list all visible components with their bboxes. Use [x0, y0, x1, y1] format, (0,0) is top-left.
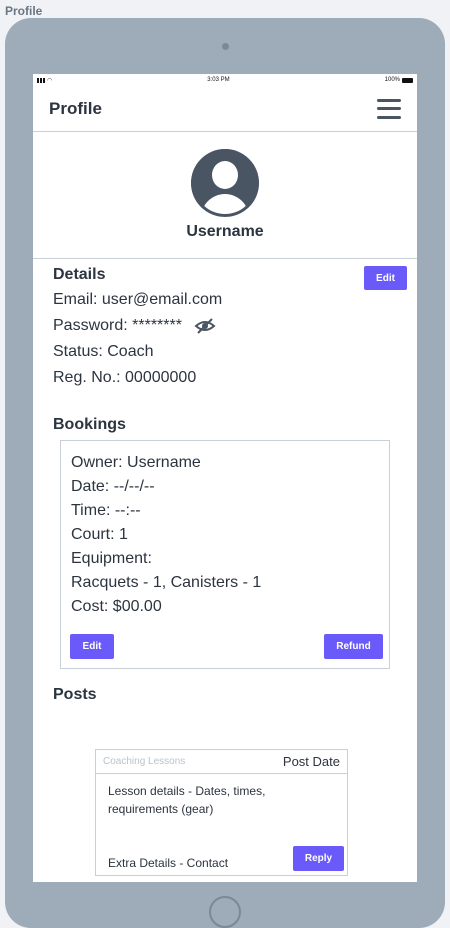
- status-text: Status: Coach: [53, 343, 154, 360]
- edit-details-button[interactable]: Edit: [364, 266, 407, 290]
- page-label: Profile: [5, 4, 43, 18]
- booking-card: Owner: Username Date: --/--/-- Time: --:…: [60, 440, 390, 669]
- battery-icon: [402, 77, 413, 83]
- battery-percent: 100%: [384, 77, 400, 83]
- post-header: Coaching Lessons Post Date: [96, 750, 347, 774]
- password-row: Password: ********: [53, 313, 397, 339]
- post-category: Coaching Lessons: [103, 756, 186, 767]
- post-card: Coaching Lessons Post Date Lesson detail…: [95, 749, 348, 876]
- password-text: Password: ********: [53, 317, 182, 334]
- bookings-section: Bookings Owner: Username Date: --/--/-- …: [33, 416, 417, 669]
- status-bar: ◠ 3:03 PM 100%: [33, 74, 417, 86]
- camera-icon: [222, 43, 229, 50]
- booking-date: Date: --/--/--: [71, 478, 155, 495]
- battery-indicator: 100%: [385, 77, 413, 83]
- posts-title: Posts: [53, 686, 97, 703]
- signal-indicator: ◠: [37, 77, 52, 84]
- posts-section: Posts: [33, 686, 417, 704]
- user-avatar-icon: [191, 149, 259, 217]
- details-section: Details Edit Email: user@email.com Passw…: [33, 266, 417, 391]
- booking-court: Court: 1: [71, 526, 128, 543]
- wifi-icon: ◠: [47, 77, 53, 84]
- signal-icon: [37, 77, 45, 83]
- screen: ◠ 3:03 PM 100% Profile Username Details: [33, 74, 417, 882]
- status-time: 3:03 PM: [207, 77, 230, 83]
- booking-owner: Owner: Username: [71, 454, 201, 471]
- profile-header: Username: [33, 132, 417, 259]
- username: Username: [186, 223, 264, 240]
- edit-booking-button[interactable]: Edit: [70, 634, 114, 659]
- booking-time: Time: --:--: [71, 502, 141, 519]
- top-bar: Profile: [33, 86, 417, 132]
- refund-button[interactable]: Refund: [324, 634, 383, 659]
- booking-cost: Cost: $00.00: [71, 598, 162, 615]
- booking-equipment-label: Equipment:: [71, 550, 152, 567]
- bookings-title: Bookings: [53, 416, 126, 433]
- booking-equipment: Racquets - 1, Canisters - 1: [71, 574, 262, 591]
- tablet-frame: ◠ 3:03 PM 100% Profile Username Details: [5, 18, 445, 928]
- reply-button[interactable]: Reply: [293, 846, 344, 871]
- post-body: Lesson details - Dates, times, requireme…: [108, 784, 266, 816]
- page-title: Profile: [49, 98, 102, 118]
- home-button[interactable]: [209, 896, 241, 928]
- hamburger-menu-icon[interactable]: [377, 98, 401, 119]
- post-extra-details: Extra Details - Contact: [108, 856, 229, 870]
- details-title: Details: [53, 266, 106, 283]
- eye-slash-icon[interactable]: [194, 318, 216, 334]
- post-date: Post Date: [282, 754, 340, 769]
- reg-no-text: Reg. No.: 00000000: [53, 369, 197, 386]
- email-text: Email: user@email.com: [53, 291, 223, 308]
